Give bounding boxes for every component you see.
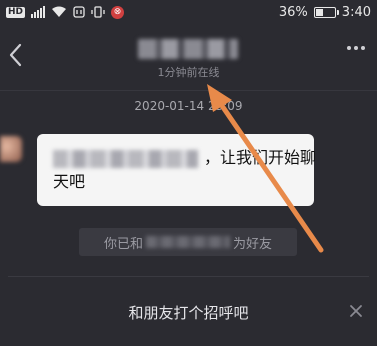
wifi-icon (51, 6, 67, 18)
status-bar: HD ⊗ 36% 3:40 (0, 0, 377, 24)
avatar[interactable] (0, 136, 22, 162)
contact-name-redacted (138, 39, 238, 59)
close-icon[interactable] (349, 304, 363, 318)
app-notification-icon: ⊗ (111, 5, 125, 19)
greeting-prompt[interactable]: 和朋友打个招呼吧 (0, 302, 377, 323)
chat-header: 1分钟前在线 (0, 24, 377, 91)
redacted-friend-name (146, 236, 230, 248)
message-line-1: ，让我们开始聊 (53, 146, 316, 170)
hd-badge: HD (6, 6, 26, 18)
contact-online-status: 1分钟前在线 (157, 66, 220, 79)
message-timestamp: 2020-01-14 23:09 (134, 99, 243, 113)
greeting-bar: 和朋友打个招呼吧 (0, 294, 377, 334)
message-bubble[interactable]: ，让我们开始聊 天吧 (37, 134, 316, 206)
message-line-2: 天吧 (53, 172, 86, 191)
notice-prefix: 你已和 (103, 236, 143, 252)
more-options-icon[interactable] (347, 46, 365, 50)
nfc-icon (73, 6, 85, 18)
vibrate-icon (91, 6, 105, 18)
notice-suffix: 为好友 (233, 236, 273, 252)
clock: 3:40 (341, 4, 371, 20)
battery-icon (313, 6, 339, 18)
divider (8, 276, 369, 277)
battery-percent: 36% (278, 4, 308, 20)
status-right: 36% 3:40 (279, 5, 371, 20)
system-notice: 你已和 为好友 (79, 228, 297, 256)
status-left: HD ⊗ (6, 5, 125, 19)
signal-icon (31, 6, 46, 18)
redacted-text (53, 149, 198, 168)
message-text-part: ，让我们开始聊 (204, 148, 317, 167)
